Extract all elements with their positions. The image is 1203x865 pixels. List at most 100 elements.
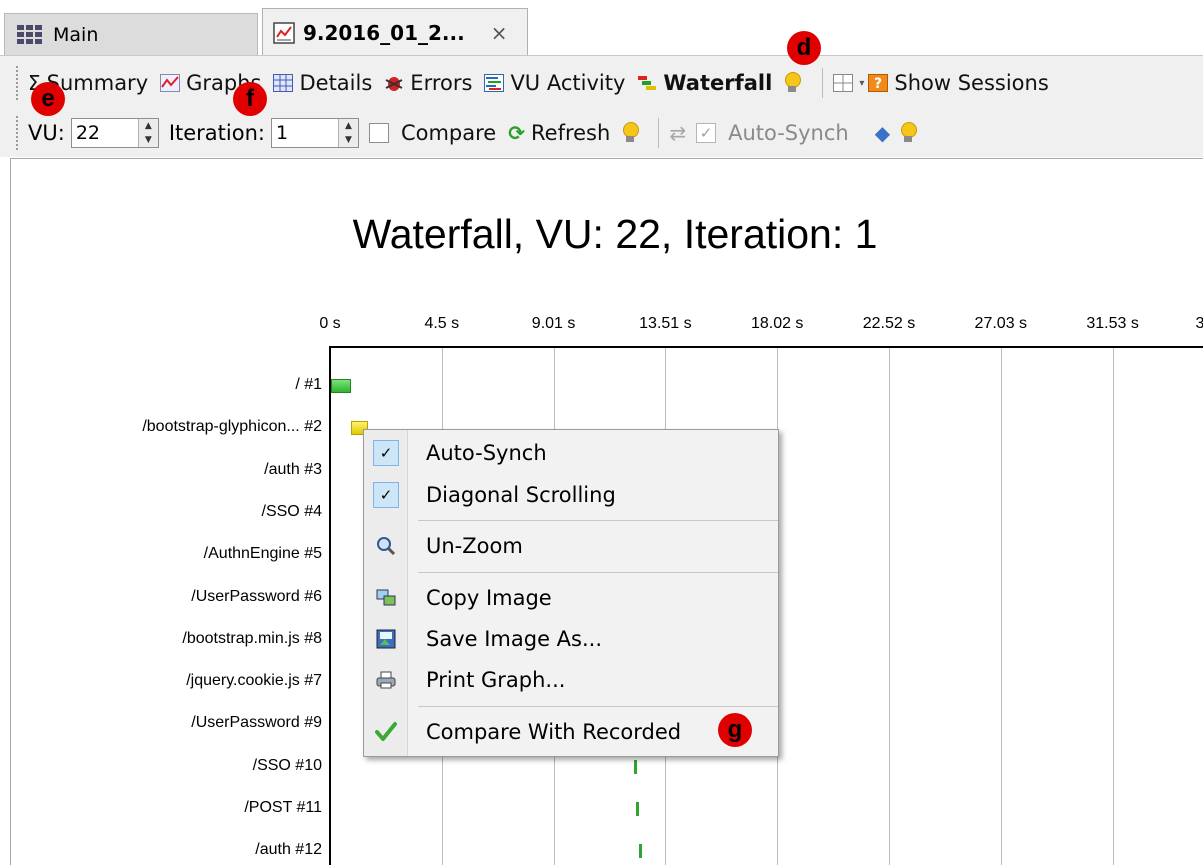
waterfall-icon: [638, 76, 657, 90]
arrow-left-icon[interactable]: ◆: [875, 121, 890, 145]
x-tick-label: 18.02 s: [750, 315, 804, 332]
errors-button[interactable]: Errors: [384, 71, 472, 95]
annotation-marker-f: f: [233, 82, 267, 116]
menu-separator: [418, 520, 778, 521]
toolbar-separator: [658, 118, 660, 148]
view-toolbar: Σ Summary Graphs Details Errors VU Activ…: [0, 58, 1203, 108]
chart-title: Waterfall, VU: 22, Iteration: 1: [352, 211, 878, 257]
request-row-label[interactable]: /bootstrap.min.js #8: [0, 630, 322, 648]
lightbulb-icon[interactable]: [784, 72, 802, 94]
request-row-label[interactable]: /SSO #4: [0, 503, 322, 521]
arrow-up-icon[interactable]: ▲: [139, 119, 158, 133]
waterfall-bar[interactable]: [634, 760, 637, 774]
x-tick-label: 27.03 s: [974, 315, 1028, 332]
magnifier-icon: [377, 537, 396, 556]
menu-item-compare-with-recorded[interactable]: Compare With Recorded: [364, 713, 778, 751]
refresh-icon: ⟳: [508, 121, 525, 145]
menu-item-copy-image[interactable]: Copy Image: [364, 579, 778, 617]
x-tick-label: 31.53 s: [1086, 315, 1139, 332]
layout-grid-dropdown[interactable]: ▾: [833, 74, 864, 92]
toolbar-grip[interactable]: [16, 66, 20, 100]
menu-item-print-graph[interactable]: Print Graph...: [364, 661, 778, 699]
green-check-icon: [375, 722, 397, 741]
x-tick-label: 13.51 s: [639, 315, 692, 332]
annotation-marker-e: e: [31, 82, 65, 116]
layout-grid-icon: [833, 74, 854, 92]
annotation-marker-g: g: [718, 713, 752, 747]
refresh-button[interactable]: ⟳ Refresh: [508, 121, 610, 145]
document-tab-strip: Main 9.2016_01_2... ×: [0, 0, 1203, 56]
iteration-stepper[interactable]: ▲▼: [270, 118, 359, 148]
waterfall-bar[interactable]: [331, 379, 351, 393]
copy-image-icon: [376, 589, 396, 606]
checkbox-box[interactable]: ✓: [696, 123, 717, 143]
iteration-input[interactable]: [271, 120, 338, 146]
sessions-help-icon: ?: [868, 74, 889, 92]
lightbulb-icon[interactable]: [900, 122, 918, 144]
auto-synch-checkbox[interactable]: ✓ Auto-Synch: [696, 121, 849, 145]
request-row-label[interactable]: /AuthnEngine #5: [0, 545, 322, 563]
chevron-down-icon: ▾: [859, 77, 865, 89]
show-sessions-button[interactable]: ? Show Sessions: [868, 71, 1049, 95]
request-row-label[interactable]: /jquery.cookie.js #7: [0, 672, 322, 690]
x-tick-label: 4.5 s: [424, 315, 460, 332]
x-tick-label: 9.01 s: [531, 315, 576, 332]
menu-item-diagonal-scrolling[interactable]: ✓ Diagonal Scrolling: [364, 476, 778, 514]
chart-context-menu: ✓ Auto-Synch ✓ Diagonal Scrolling Un-Zoo…: [363, 429, 779, 757]
vu-label: VU:: [28, 121, 65, 145]
menu-item-save-image-as[interactable]: Save Image As...: [364, 620, 778, 658]
request-row-label[interactable]: /auth #12: [0, 841, 322, 859]
vu-stepper-arrows[interactable]: ▲ ▼: [137, 119, 158, 147]
x-tick-label: 0 s: [319, 315, 341, 332]
check-icon: ✓: [373, 440, 399, 466]
tab-main[interactable]: Main: [4, 13, 258, 56]
printer-icon: [376, 671, 396, 689]
checkbox-box[interactable]: [368, 123, 389, 143]
menu-item-un-zoom[interactable]: Un-Zoom: [364, 527, 778, 565]
lightbulb-icon[interactable]: [622, 122, 640, 144]
request-row-label[interactable]: /bootstrap-glyphicon... #2: [0, 418, 322, 436]
selection-toolbar: VU: ▲▼ Iteration: ▲▼ Compare ⟳ Refresh ⇄…: [0, 108, 1203, 158]
iteration-stepper-arrows[interactable]: ▲ ▼: [337, 119, 358, 147]
waterfall-bar[interactable]: [636, 802, 639, 816]
toolbar-grip[interactable]: [16, 116, 20, 150]
arrow-down-icon[interactable]: ▼: [139, 133, 158, 147]
grid-icon: [17, 25, 43, 45]
compare-checkbox[interactable]: Compare: [368, 121, 496, 145]
request-row-label[interactable]: /UserPassword #6: [0, 588, 322, 606]
menu-item-auto-synch[interactable]: ✓ Auto-Synch: [364, 434, 778, 472]
waterfall-button[interactable]: Waterfall: [637, 71, 772, 95]
vu-stepper[interactable]: ▲▼: [70, 118, 159, 148]
vu-activity-button[interactable]: VU Activity: [484, 71, 625, 95]
save-image-icon: [376, 629, 396, 649]
arrow-down-icon[interactable]: ▼: [339, 133, 358, 147]
svg-text:?: ?: [874, 76, 882, 92]
report-chart-icon: [273, 21, 295, 44]
waterfall-bar[interactable]: [639, 844, 642, 858]
graph-icon: [160, 74, 181, 92]
details-button[interactable]: Details: [273, 71, 372, 95]
vu-input[interactable]: [71, 120, 138, 146]
menu-separator: [418, 706, 778, 707]
sync-arrows-icon[interactable]: ⇄: [669, 121, 686, 145]
iteration-label: Iteration:: [168, 121, 265, 145]
table-icon: [273, 74, 294, 92]
request-row-label[interactable]: /SSO #10: [0, 757, 322, 775]
toolbar-separator: [822, 68, 824, 98]
menu-separator: [418, 572, 778, 573]
request-row-label[interactable]: / #1: [0, 376, 322, 394]
close-icon[interactable]: ×: [491, 21, 508, 45]
check-icon: ✓: [373, 482, 399, 508]
vu-activity-icon: [484, 74, 505, 92]
toolbar-area: Σ Summary Graphs Details Errors VU Activ…: [0, 55, 1203, 157]
request-row-label[interactable]: /auth #3: [0, 461, 322, 479]
arrow-up-icon[interactable]: ▲: [339, 119, 358, 133]
bug-icon: [385, 77, 403, 91]
tab-session-label: 9.2016_01_2...: [303, 20, 465, 45]
request-row-label[interactable]: /POST #11: [0, 799, 322, 817]
x-tick-label: 22.52 s: [862, 315, 916, 332]
tab-session-report[interactable]: 9.2016_01_2... ×: [262, 8, 528, 56]
annotation-marker-d: d: [787, 31, 821, 65]
x-tick-label: 3: [1195, 315, 1203, 332]
request-row-label[interactable]: /UserPassword #9: [0, 714, 322, 732]
